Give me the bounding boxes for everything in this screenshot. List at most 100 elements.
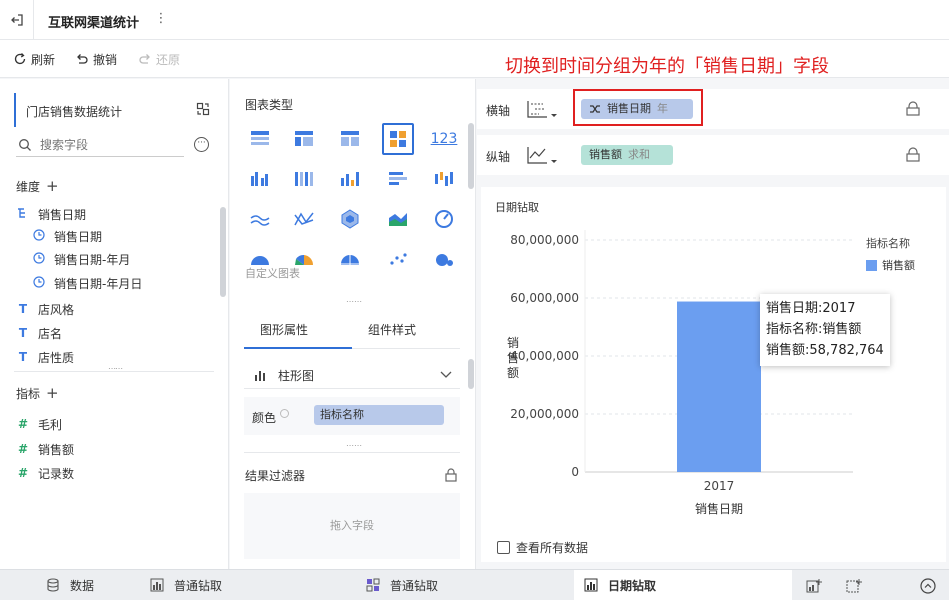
lock-icon[interactable] [905,101,921,117]
horizontal-bar-icon[interactable] [382,163,414,195]
y-axis-type-icon[interactable] [525,144,557,166]
table-chart-icon[interactable] [244,123,276,155]
add-measure-icon[interactable]: + [46,384,59,402]
range-bar-icon[interactable] [428,163,460,195]
field-item[interactable]: # 毛利 [16,415,62,433]
tab-label: 普通钻取 [390,579,439,593]
field-label: 店名 [38,326,63,341]
y-tick-label: 40,000,000 [510,349,579,363]
field-item[interactable]: T 店名 [16,324,62,342]
tab-label: 数据 [70,579,95,593]
grouped-bar-icon[interactable] [244,163,276,195]
chart-tooltip: 销售日期:2017 指标名称:销售额 销售额:58,782,764 [760,294,890,366]
add-dashboard-icon[interactable] [846,578,862,594]
add-component-icon[interactable] [806,578,822,594]
search-input[interactable] [40,137,180,153]
field-label: 毛利 [38,417,63,432]
divider [244,452,460,453]
undo-icon [77,54,88,64]
add-dimension-icon[interactable]: + [46,177,59,195]
lock-icon[interactable] [905,147,921,163]
tab-graphic-properties[interactable]: 图形属性 [260,321,308,338]
field-panel: 门店销售数据统计 ··· 维度 + 销售日期 销售日期 销售日期-年月 [0,79,229,569]
clock-icon [32,251,46,267]
switch-dataset-icon[interactable] [196,102,210,116]
lock-icon[interactable] [444,468,458,482]
tooltip-line: 销售额:58,782,764 [766,343,884,358]
undo-label: 撤销 [93,52,118,67]
field-label: 店性质 [38,350,75,365]
top-bar: 互联网渠道统计 ⋮ [0,0,949,40]
x-tick-label: 2017 [704,479,735,493]
cross-table-icon[interactable] [334,123,366,155]
scrollbar[interactable] [468,123,474,189]
custom-chart-label[interactable]: 自定义图表 [245,265,300,281]
tab-drill-1[interactable]: 普通钻取 [138,570,356,600]
search-icon [19,139,31,151]
chevron-down-icon [440,371,452,378]
kpi-number-icon[interactable]: 123 [428,123,460,155]
tab-date-drill[interactable]: 日期钻取 [574,570,792,600]
dataset-selector[interactable]: 门店销售数据统计 [14,93,214,127]
collapse-up-icon[interactable] [920,578,936,594]
more-options-icon[interactable]: ··· [194,137,209,152]
undo-button[interactable]: 撤销 [75,50,117,68]
multi-line-icon[interactable] [288,203,320,235]
redo-label: 还原 [156,52,181,67]
area-chart-icon[interactable] [382,203,414,235]
group-table-icon[interactable] [288,123,320,155]
checkbox[interactable] [497,541,510,554]
bubble-chart-icon[interactable] [428,243,460,275]
auto-chart-icon[interactable] [382,123,414,155]
legend-swatch [866,260,877,271]
scatter-chart-icon[interactable] [382,243,414,275]
highlight-box [573,89,703,126]
field-item[interactable]: 销售日期 [32,227,102,245]
x-axis-type-icon[interactable] [525,98,557,120]
radar-chart-icon[interactable] [334,203,366,235]
refresh-button[interactable]: 刷新 [13,50,55,68]
tab-drill-2[interactable]: 普通钻取 [356,570,574,600]
line-chart-icon[interactable] [244,203,276,235]
resize-grip-icon[interactable]: ⋯⋯ [346,297,362,306]
field-item[interactable]: 销售日期-年月 [32,250,130,268]
sheet-tab-bar: 数据 普通钻取 普通钻取 日期钻取 [0,569,949,600]
bar-chart-icon[interactable] [334,163,366,195]
refresh-icon [14,53,26,65]
tab-component-style[interactable]: 组件样式 [368,321,416,338]
y-axis-field-pill[interactable]: 销售额 求和 [581,145,673,165]
field-item[interactable]: # 记录数 [16,464,74,482]
chart-style-select[interactable]: 柱形图 [244,363,460,389]
bar-chart-icon [150,578,164,592]
dimension-section: 维度 + [16,177,59,195]
redo-button[interactable]: 还原 [138,50,180,68]
gauge-chart-icon[interactable] [428,203,460,235]
show-all-data-toggle[interactable]: 查看所有数据 [497,539,588,556]
field-item[interactable]: # 销售额 [16,440,74,458]
page-title: 互联网渠道统计 [48,16,140,31]
resize-grip-icon[interactable]: ⋯⋯ [346,441,362,450]
text-icon: T [18,326,28,340]
redo-icon [139,54,150,64]
chart-style-value: 柱形图 [278,369,315,383]
x-axis-row: 横轴 销售日期 年 [477,89,949,129]
field-label: 店风格 [38,302,75,317]
stacked-bar-icon[interactable] [288,163,320,195]
chart-card: 销售额 0 20,000,000 40,000,000 60,000,000 80,000… [481,187,946,562]
field-item[interactable]: T 店风格 [16,300,74,318]
tab-data[interactable]: 数据 [0,570,138,600]
field-item[interactable]: 销售日期 [16,205,86,223]
scrollbar[interactable] [468,359,474,389]
settings-icon[interactable] [280,409,289,418]
clock-icon [32,275,46,291]
field-item[interactable]: T 店性质 [16,348,74,366]
exit-icon[interactable] [0,0,34,40]
more-vertical-icon[interactable]: ⋮ [154,11,168,29]
filter-drop-zone[interactable]: 拖入字段 [244,493,460,559]
map-chart-icon[interactable] [334,243,366,275]
field-item[interactable]: 销售日期-年月日 [32,274,142,292]
color-field-pill[interactable]: 指标名称 [314,405,444,425]
color-setting: 颜色 指标名称 [244,397,460,435]
scrollbar[interactable] [220,207,226,297]
chart-workspace: 横轴 销售日期 年 纵轴 销售额 求和 销售额 0 20,000,000 40,000… [477,79,949,569]
